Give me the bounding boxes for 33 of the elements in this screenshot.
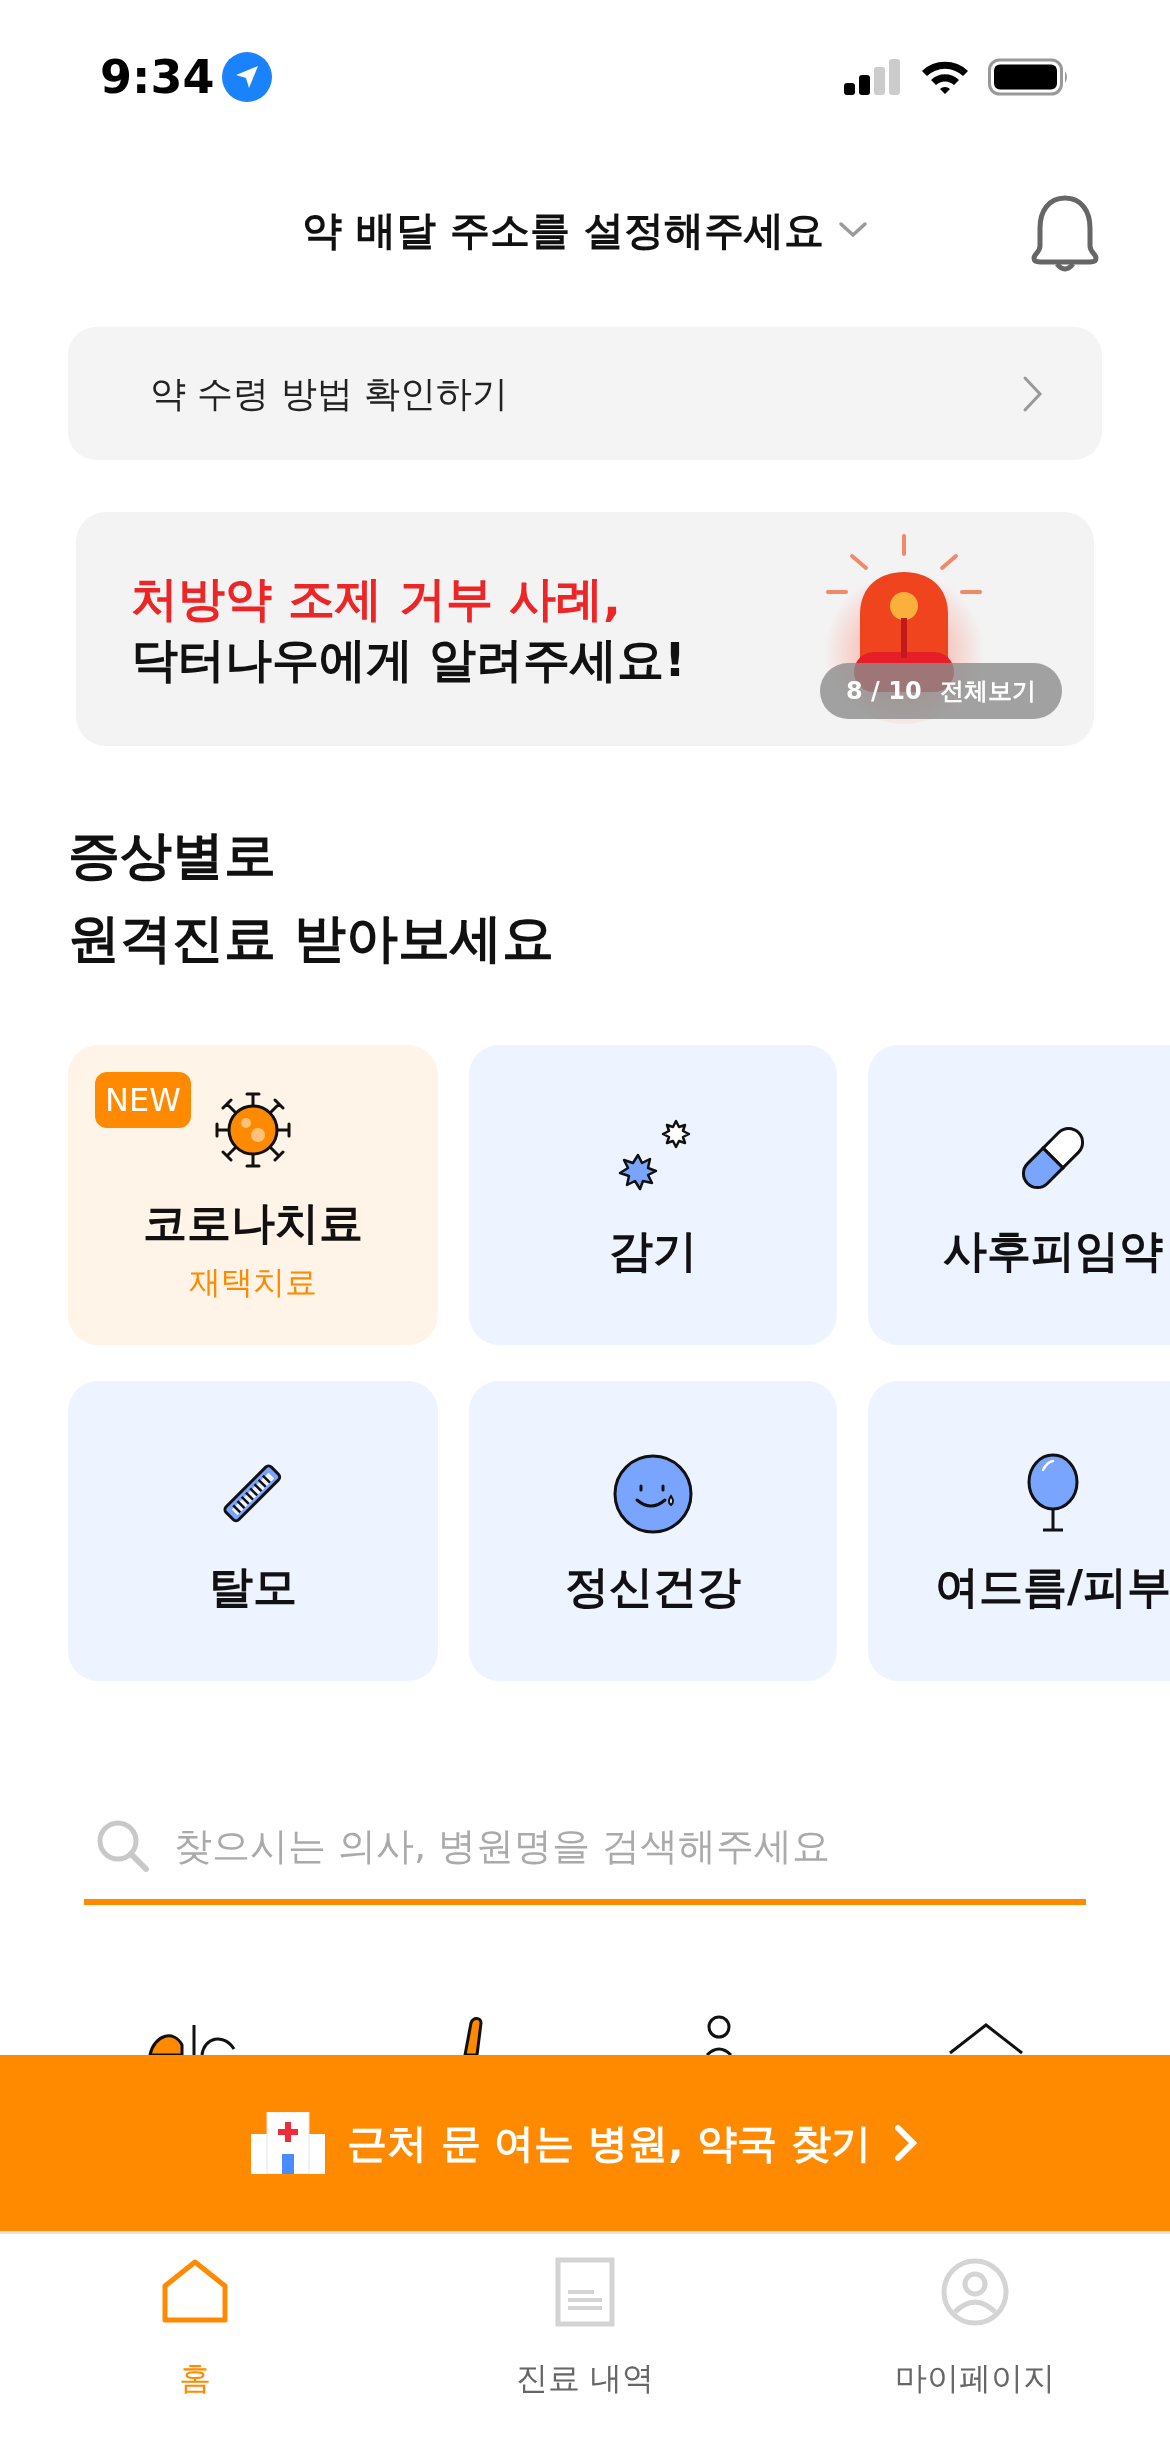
category-card[interactable]: 여드름/피부 (868, 1381, 1170, 1682)
banner-counter-button[interactable]: 8 / 10 전체보기 (820, 663, 1062, 719)
hospital-icon (250, 2112, 325, 2175)
banner-subline: 닥터나우에게 알려주세요! (131, 631, 686, 689)
category-card[interactable]: 탈모 (68, 1381, 438, 1682)
category-card[interactable]: 사후피임약 (868, 1045, 1170, 1346)
pickup-guide-button[interactable]: 약 수령 방법 확인하기 (68, 327, 1102, 460)
status-time: 9:34 (100, 48, 215, 106)
chevron-down-icon (837, 220, 868, 240)
document-icon (554, 2256, 616, 2329)
category-label: 여드름/피부 (934, 1560, 1170, 1614)
chevron-right-icon (893, 2123, 920, 2164)
category-label: 코로나치료 (143, 1196, 363, 1250)
address-selector[interactable]: 약 배달 주소를 설정해주세요 (302, 200, 868, 260)
signal-icon (844, 57, 902, 97)
category-sublabel: 재택치료 (189, 1261, 317, 1303)
section-title: 원격진료 받아보세요 (68, 907, 556, 971)
tab-item[interactable]: 진료 내역 (390, 2256, 780, 2403)
category-label: 정신건강 (565, 1560, 741, 1614)
category-card[interactable]: 코로나치료 재택치료 NEW (68, 1045, 438, 1346)
section-title: 증상별로 (68, 824, 277, 887)
tab-item[interactable]: 마이페이지 (780, 2256, 1170, 2403)
location-icon (222, 52, 273, 102)
promo-banner[interactable]: 처방약 조제 거부 사례, 닥터나우에게 알려주세요! 8 / 10 전체보기 (76, 512, 1094, 746)
category-label: 사후피임약 (943, 1224, 1163, 1278)
search-field[interactable]: 찾으시는 의사, 병원명을 검색해주세요 (174, 1817, 1086, 1875)
category-label: 감기 (609, 1224, 697, 1278)
category-card[interactable]: 감기 (469, 1045, 837, 1346)
new-badge: NEW (95, 1072, 191, 1129)
category-card[interactable]: 정신건강 (469, 1381, 837, 1682)
battery-icon (988, 57, 1070, 97)
banner-headline: 처방약 조제 거부 사례, (131, 569, 621, 628)
category-label: 탈모 (209, 1560, 297, 1614)
